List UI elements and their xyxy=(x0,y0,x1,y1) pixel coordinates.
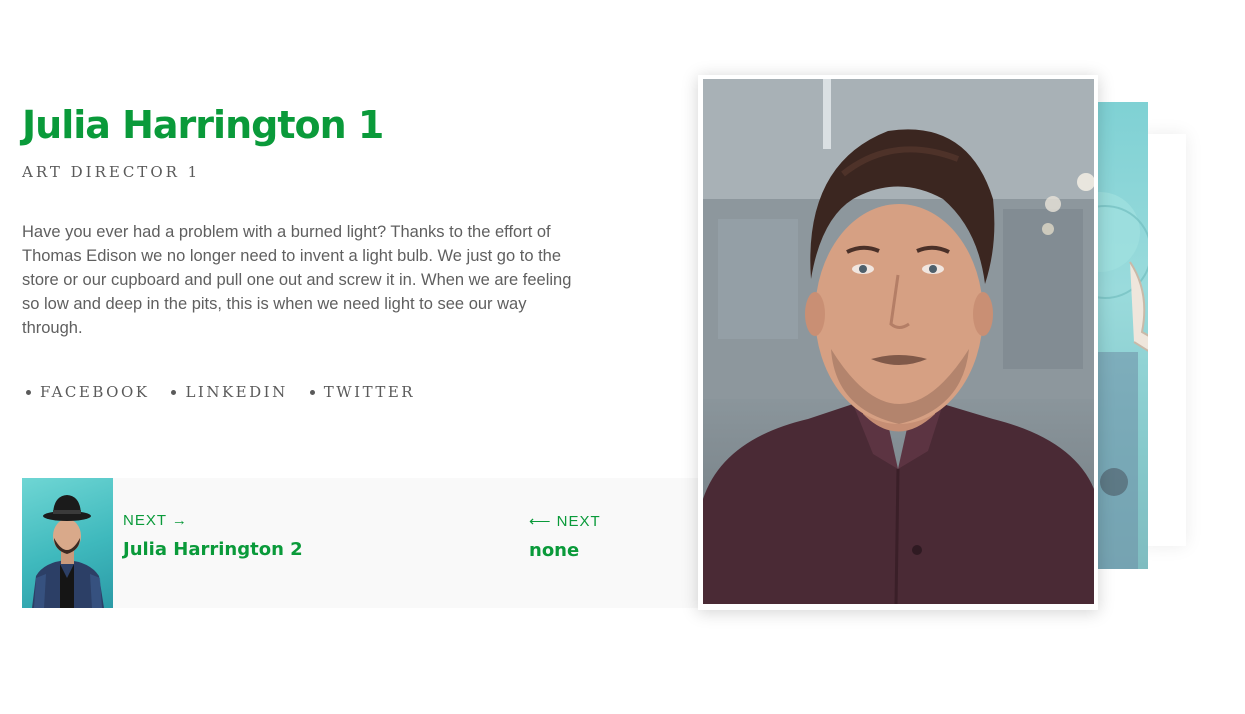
next-label: NEXT → xyxy=(123,512,188,529)
stacked-card-illustration xyxy=(1090,102,1148,569)
social-links: FACEBOOK LINKEDIN TWITTER xyxy=(22,383,415,401)
next-member-name: Julia Harrington 2 xyxy=(123,539,303,560)
twitter-label: TWITTER xyxy=(323,383,416,401)
linkedin-link[interactable]: LINKEDIN xyxy=(167,383,287,401)
next-member-thumbnail[interactable] xyxy=(22,478,113,608)
next-member-link[interactable]: NEXT → Julia Harrington 2 xyxy=(123,512,303,560)
member-navigation: NEXT → Julia Harrington 2 ⟵ NEXT none xyxy=(22,478,698,608)
member-photo-card xyxy=(698,75,1098,610)
member-name: Julia Harrington 1 xyxy=(22,103,384,147)
previous-label: ⟵ NEXT xyxy=(529,513,601,530)
illustration-image xyxy=(1090,192,1148,569)
twitter-link[interactable]: TWITTER xyxy=(306,383,415,401)
member-role: ART DIRECTOR 1 xyxy=(22,163,201,181)
bullet-dot-icon xyxy=(309,389,315,395)
bullet-dot-icon xyxy=(171,389,177,395)
facebook-link[interactable]: FACEBOOK xyxy=(22,383,149,401)
member-photo xyxy=(703,79,1094,604)
previous-member-link[interactable]: ⟵ NEXT none xyxy=(529,512,601,561)
facebook-label: FACEBOOK xyxy=(40,383,150,401)
previous-member-name: none xyxy=(529,540,580,561)
bullet-dot-icon xyxy=(26,389,31,395)
member-bio: Have you ever had a problem with a burne… xyxy=(22,223,572,337)
linkedin-label: LINKEDIN xyxy=(185,383,288,401)
portrait-image xyxy=(703,79,1094,604)
next-member-photo xyxy=(32,495,104,608)
